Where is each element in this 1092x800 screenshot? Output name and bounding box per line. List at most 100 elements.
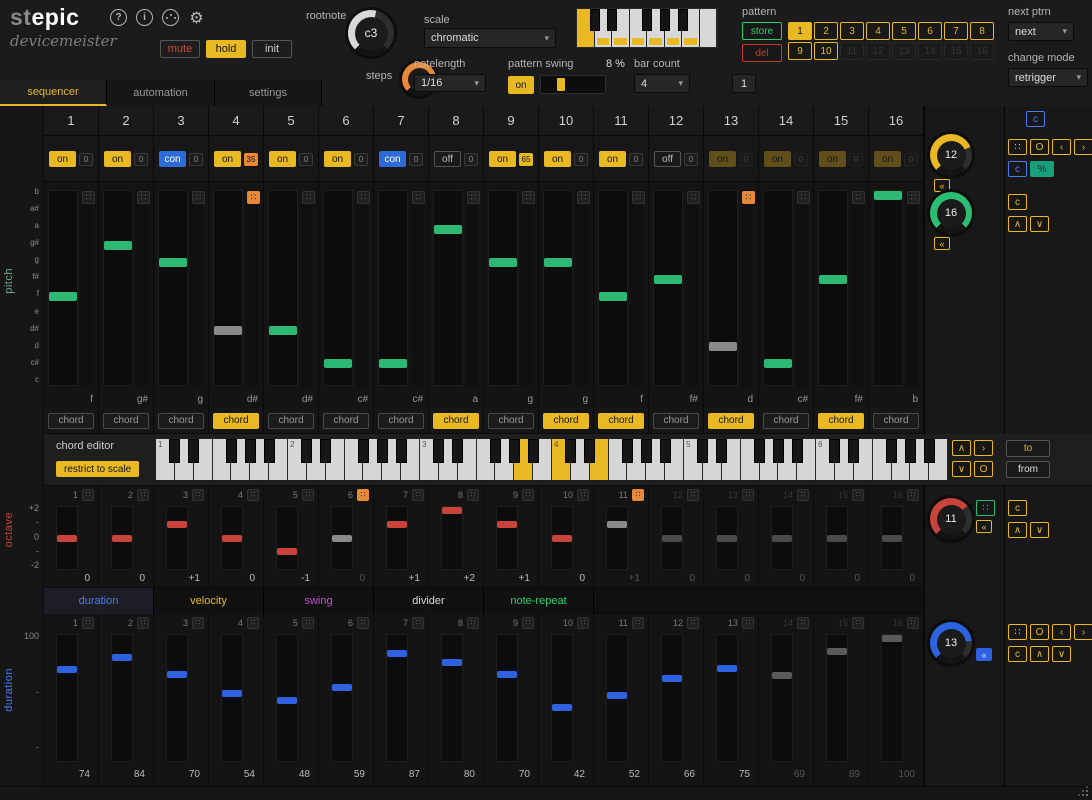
gate-value-badge[interactable]: 0	[79, 153, 93, 166]
dice-icon[interactable]: ∷	[907, 617, 919, 629]
duration-slider[interactable]	[551, 634, 573, 762]
chord-button[interactable]: chord	[818, 413, 864, 429]
pitch-slider[interactable]	[488, 190, 518, 386]
pitch-slider-handle[interactable]	[874, 191, 902, 200]
gate-value-badge[interactable]: 0	[134, 153, 148, 166]
shift-right-button[interactable]: ›	[1074, 139, 1092, 155]
piano-key-black[interactable]	[509, 439, 520, 463]
duration-slider-handle[interactable]	[387, 650, 407, 657]
octave-length-knob[interactable]: 11	[930, 498, 972, 540]
dice-icon[interactable]: ∷	[852, 489, 864, 501]
dice-icon[interactable]: ∷	[247, 489, 259, 501]
pattern-button-16[interactable]: 16	[970, 42, 994, 60]
chord-button[interactable]: chord	[433, 413, 479, 429]
pitch-slider[interactable]	[543, 190, 573, 386]
dice-icon[interactable]: ∷	[632, 489, 644, 501]
octave-slider-handle[interactable]	[882, 535, 902, 542]
duration-slider[interactable]	[276, 634, 298, 762]
pattern-button-5[interactable]: 5	[892, 22, 916, 40]
gate-value-badge[interactable]: 0	[464, 153, 478, 166]
gate-button[interactable]: on	[709, 151, 736, 167]
piano-key-black[interactable]	[565, 439, 576, 463]
octave-slider-handle[interactable]	[772, 535, 792, 542]
piano-key-black[interactable]	[716, 439, 727, 463]
dice-icon[interactable]: ∷	[467, 191, 480, 204]
octave-slider[interactable]	[716, 506, 738, 570]
piano-key-black[interactable]	[641, 439, 652, 463]
gate-value-badge[interactable]: 0	[739, 153, 753, 166]
info-icon[interactable]: i	[136, 9, 153, 26]
pitch-slider-handle[interactable]	[269, 326, 297, 335]
value-down-button[interactable]: ∨	[1052, 646, 1071, 662]
dice-icon[interactable]: ∷	[302, 191, 315, 204]
pitch-slider-handle[interactable]	[49, 292, 77, 301]
init-button[interactable]: init	[252, 40, 292, 58]
piano-key-black[interactable]	[377, 439, 388, 463]
piano-key-black[interactable]	[905, 439, 916, 463]
gate-button[interactable]: off	[654, 151, 681, 167]
dice-icon[interactable]: ∷	[742, 617, 754, 629]
duration-slider[interactable]	[661, 634, 683, 762]
gate-value-badge[interactable]: 0	[629, 153, 643, 166]
dice-icon[interactable]: ∷	[412, 191, 425, 204]
gate-button[interactable]: on	[269, 151, 296, 167]
tab-settings[interactable]: settings	[215, 80, 322, 106]
dice-icon[interactable]: ∷	[852, 617, 864, 629]
pattern-store-button[interactable]: store	[742, 22, 782, 40]
gate-button[interactable]: on	[49, 151, 76, 167]
chord-button[interactable]: chord	[48, 413, 94, 429]
duration-slider[interactable]	[111, 634, 133, 762]
chord-button[interactable]: chord	[653, 413, 699, 429]
tab-sequencer[interactable]: sequencer	[0, 80, 107, 106]
rootnote-knob[interactable]: c3	[348, 10, 394, 56]
copy-button[interactable]: c	[1008, 646, 1027, 662]
pitch-slider[interactable]	[103, 190, 133, 386]
octave-down-button[interactable]: ∨	[1030, 522, 1049, 538]
piano-key-black[interactable]	[773, 439, 784, 463]
duration-slider[interactable]	[56, 634, 78, 762]
duration-slider-handle[interactable]	[112, 654, 132, 661]
octave-slider-handle[interactable]	[607, 521, 627, 528]
octave-slider-handle[interactable]	[277, 548, 297, 555]
random-dice-button[interactable]: ∷	[1008, 139, 1027, 155]
piano-key-black[interactable]	[358, 439, 369, 463]
tab-note-repeat[interactable]: note-repeat	[484, 588, 594, 614]
chord-up-button[interactable]: ∧	[952, 440, 971, 456]
octave-slider[interactable]	[276, 506, 298, 570]
piano-key-black[interactable]	[886, 439, 897, 463]
gate-button[interactable]: on	[599, 151, 626, 167]
pitch-slider-handle[interactable]	[709, 342, 737, 351]
octave-up-button[interactable]: ∧	[1008, 522, 1027, 538]
dice-icon[interactable]: ∷	[797, 191, 810, 204]
dice-icon[interactable]: ∷	[852, 191, 865, 204]
pattern-button-12[interactable]: 12	[866, 42, 890, 60]
gate-button[interactable]: on	[489, 151, 516, 167]
piano-key-black[interactable]	[924, 439, 935, 463]
octave-slider-handle[interactable]	[167, 521, 187, 528]
pitch-slider[interactable]	[598, 190, 628, 386]
dice-icon[interactable]: ∷	[797, 617, 809, 629]
octave-slider-handle[interactable]	[112, 535, 132, 542]
random-dice-button[interactable]: ∷	[1008, 624, 1027, 640]
dice-icon[interactable]: ∷	[82, 489, 94, 501]
octave-slider[interactable]	[661, 506, 683, 570]
duration-slider-handle[interactable]	[607, 692, 627, 699]
piano-key-black[interactable]	[452, 439, 463, 463]
piano-key-black[interactable]	[528, 439, 539, 463]
help-icon[interactable]: ?	[110, 9, 127, 26]
pitch-slider[interactable]	[708, 190, 738, 386]
dice-icon[interactable]: ∷	[687, 617, 699, 629]
gate-value-badge[interactable]: 35	[244, 153, 258, 166]
duration-slider-handle[interactable]	[662, 675, 682, 682]
duration-slider[interactable]	[496, 634, 518, 762]
dice-icon[interactable]: ∷	[357, 191, 370, 204]
gate-button[interactable]: off	[434, 151, 461, 167]
dice-icon[interactable]: ∷	[82, 191, 95, 204]
dice-icon[interactable]: ∷	[137, 489, 149, 501]
octave-slider[interactable]	[881, 506, 903, 570]
gate-value-badge[interactable]: 0	[904, 153, 918, 166]
pattern-button-14[interactable]: 14	[918, 42, 942, 60]
duration-slider[interactable]	[441, 634, 463, 762]
piano-key-black[interactable]	[396, 439, 407, 463]
value-up-button[interactable]: ∧	[1030, 646, 1049, 662]
